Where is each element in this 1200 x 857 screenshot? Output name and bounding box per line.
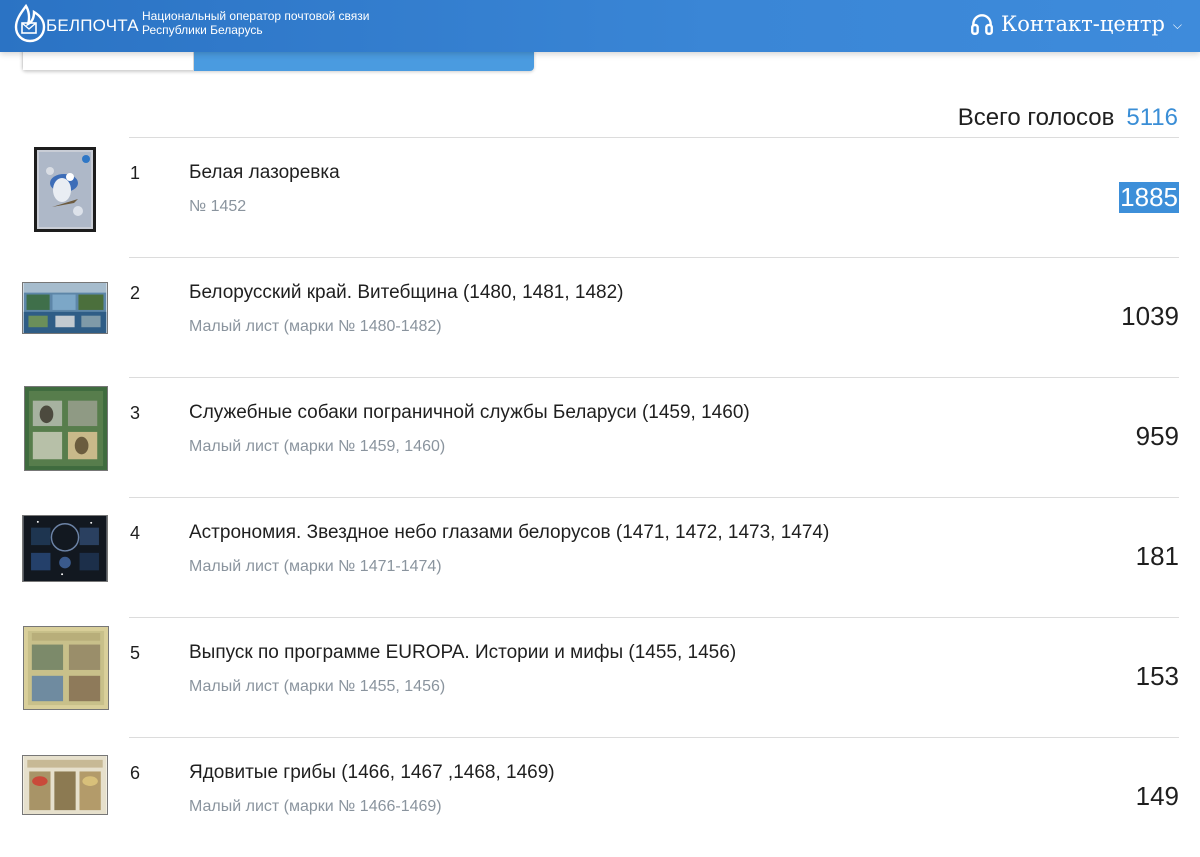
operator-description: Национальный оператор почтовой связи Рес… — [142, 9, 370, 37]
item-subtitle: Малый лист (марки № 1480-1482) — [189, 318, 442, 335]
list-item: 1 Белая лазоревка № 1452 1885 — [0, 137, 1200, 257]
rank-number: 2 — [130, 283, 141, 303]
stamp-thumbnail[interactable] — [24, 386, 108, 471]
row-divider — [129, 737, 1179, 738]
row-divider — [129, 137, 1179, 138]
logo-text[interactable]: БЕЛПОЧТА — [46, 16, 139, 36]
item-subtitle: Малый лист (марки № 1466-1469) — [189, 798, 442, 815]
row-divider — [129, 257, 1179, 258]
item-title[interactable]: Астрономия. Звездное небо глазами белору… — [189, 522, 829, 544]
stamp-thumbnail[interactable] — [34, 147, 96, 232]
chevron-down-icon: ⌵ — [1172, 17, 1182, 32]
item-title[interactable]: Ядовитые грибы (1466, 1467 ,1468, 1469) — [189, 762, 555, 784]
row-divider — [129, 497, 1179, 498]
list-item: 6 Ядовитые грибы (1466, 1467 ,1468, 1469… — [0, 737, 1200, 857]
item-subtitle: Малый лист (марки № 1471-1474) — [189, 558, 442, 575]
rank-number: 3 — [130, 403, 141, 423]
stamp-thumbnail[interactable] — [22, 755, 108, 815]
top-header: БЕЛПОЧТА Национальный оператор почтовой … — [0, 0, 1200, 52]
contact-center-label[interactable]: Контакт-центр — [1001, 12, 1165, 36]
total-votes-label: Всего голосов — [957, 104, 1115, 131]
stamp-thumbnail[interactable] — [23, 626, 109, 710]
operator-line-2: Республики Беларусь — [142, 23, 263, 37]
contact-center-menu[interactable]: Контакт-центр ⌵ — [969, 11, 1182, 37]
list-item: 3 Служебные собаки пограничной службы Бе… — [0, 377, 1200, 497]
list-item: 4 Астрономия. Звездное небо глазами бело… — [0, 497, 1200, 617]
stamp-thumbnail[interactable] — [22, 282, 108, 334]
item-subtitle: Малый лист (марки № 1455, 1456) — [189, 678, 446, 695]
rank-number: 6 — [130, 763, 141, 783]
rank-number: 1 — [130, 163, 141, 183]
item-title[interactable]: Служебные собаки пограничной службы Бела… — [189, 402, 750, 424]
list-item: 2 Белорусский край. Витебщина (1480, 148… — [0, 257, 1200, 377]
vote-count: 153 — [1135, 661, 1179, 691]
row-divider — [129, 617, 1179, 618]
operator-line-1: Национальный оператор почтовой связи — [142, 9, 370, 23]
item-title[interactable]: Белая лазоревка — [189, 162, 340, 184]
vote-count: 1039 — [1121, 301, 1179, 331]
list-item: 5 Выпуск по программе EUROPA. Истории и … — [0, 617, 1200, 737]
stamp-thumbnail[interactable] — [22, 515, 108, 582]
rank-number: 5 — [130, 643, 141, 663]
rank-number: 4 — [130, 523, 141, 543]
row-divider — [129, 377, 1179, 378]
vote-count: 149 — [1135, 781, 1179, 811]
headphones-icon — [971, 14, 993, 35]
vote-count: 959 — [1135, 421, 1179, 451]
vote-count: 1885 — [1119, 182, 1179, 213]
item-title[interactable]: Белорусский край. Витебщина (1480, 1481,… — [189, 282, 624, 304]
vote-count: 181 — [1135, 541, 1179, 571]
item-subtitle: № 1452 — [189, 198, 247, 215]
item-subtitle: Малый лист (марки № 1459, 1460) — [189, 438, 446, 455]
total-votes: Всего голосов 5116 — [958, 104, 1178, 132]
item-title[interactable]: Выпуск по программе EUROPA. Истории и ми… — [189, 642, 736, 664]
ranking-list: 1 Белая лазоревка № 1452 1885 2 Белорусс… — [0, 137, 1200, 857]
total-votes-value: 5116 — [1126, 104, 1178, 131]
